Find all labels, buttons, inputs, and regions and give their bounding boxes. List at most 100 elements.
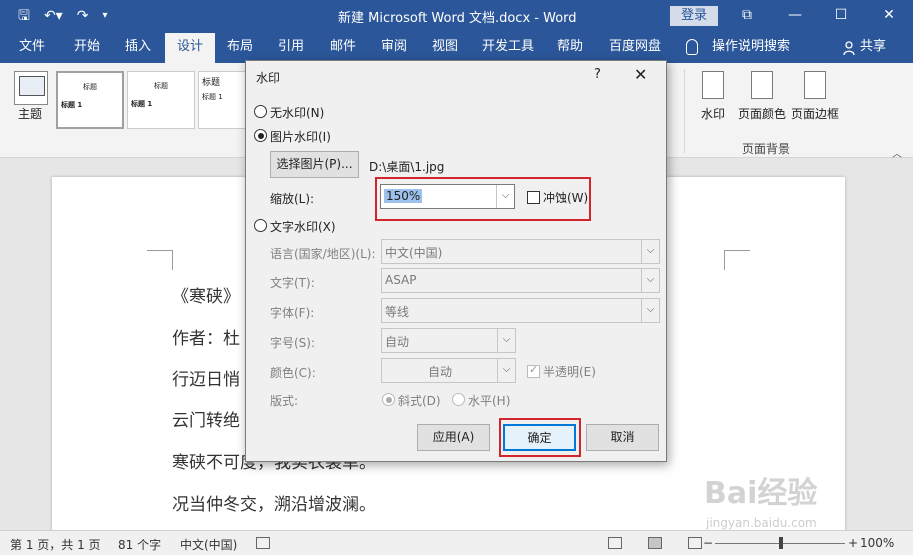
print-layout-icon[interactable]: [648, 537, 662, 549]
ribbon-display-options-icon[interactable]: ⧉: [732, 5, 762, 25]
tab-file[interactable]: 文件: [19, 33, 45, 63]
text-label: 文字(T):: [270, 276, 315, 290]
web-layout-icon[interactable]: [688, 537, 702, 549]
customize-toolbar-icon[interactable]: ▾: [102, 6, 107, 26]
font-select: 等线 ⌵: [381, 298, 660, 323]
tab-layout[interactable]: 布局: [227, 33, 253, 63]
zoom-out-icon[interactable]: −: [703, 536, 713, 550]
no-watermark-label[interactable]: 无水印(N): [270, 104, 324, 121]
horizontal-label: 水平(H): [468, 394, 511, 408]
document-line: 云门转绝: [172, 411, 240, 431]
semitransparent-checkbox: [527, 363, 540, 378]
themes-icon[interactable]: [14, 71, 48, 105]
style-set-thumb[interactable]: 标题 标题 1: [198, 71, 246, 129]
chevron-down-icon: ⌵: [497, 359, 515, 382]
tab-help[interactable]: 帮助: [557, 33, 583, 63]
color-label: 颜色(C):: [270, 366, 316, 380]
diagonal-radio: [382, 393, 395, 406]
picture-watermark-label[interactable]: 图片水印(I): [270, 128, 331, 145]
semitransparent-label: 半透明(E): [543, 365, 596, 379]
style-set-thumb[interactable]: 标题 标题 1: [127, 71, 195, 129]
document-line: 况当仲冬交，溯沿增波澜。: [172, 495, 376, 515]
dialog-close-icon[interactable]: ✕: [634, 65, 647, 84]
text-select: ASAP ⌵: [381, 268, 660, 293]
window-title: 新建 Microsoft Word 文档.docx - Word: [338, 11, 577, 26]
page-borders-button[interactable]: 页面边框: [791, 71, 839, 122]
dialog-help-button[interactable]: ?: [594, 67, 601, 82]
watermark-icon: [702, 71, 724, 99]
ribbon-group-label: 页面背景: [742, 142, 791, 156]
login-button[interactable]: 登录: [670, 6, 718, 26]
watermark-dialog: 水印 ? ✕ 无水印(N) 图片水印(I) 选择图片(P)... D:\桌面\1…: [245, 60, 667, 462]
chevron-down-icon: ⌵: [641, 299, 659, 322]
page-color-button[interactable]: 页面颜色: [738, 71, 786, 122]
tab-home[interactable]: 开始: [74, 33, 100, 63]
size-label: 字号(S):: [270, 336, 316, 350]
layout-label: 版式:: [270, 394, 299, 408]
crop-mark: [724, 250, 750, 270]
highlight-box: [375, 177, 591, 221]
themes-label[interactable]: 主题: [18, 105, 42, 122]
language-select: 中文(中国) ⌵: [381, 239, 660, 264]
picture-path: D:\桌面\1.jpg: [369, 160, 445, 174]
no-watermark-radio[interactable]: [254, 105, 267, 118]
page-count[interactable]: 第 1 页，共 1 页: [10, 536, 101, 553]
status-bar: 第 1 页，共 1 页 81 个字 中文(中国) − + 100%: [0, 530, 913, 555]
minimize-icon[interactable]: —: [780, 5, 810, 25]
close-window-icon[interactable]: ✕: [874, 5, 904, 25]
tab-review[interactable]: 审阅: [381, 33, 407, 63]
crop-mark: [147, 250, 173, 270]
redo-icon[interactable]: ↷: [77, 6, 89, 26]
language-indicator[interactable]: 中文(中国): [180, 536, 237, 553]
picture-watermark-radio[interactable]: [254, 129, 267, 142]
watermark-button[interactable]: 水印: [701, 71, 725, 122]
baidu-watermark-url: jingyan.baidu.com: [706, 516, 817, 530]
diagonal-label: 斜式(D): [398, 394, 441, 408]
zoom-slider-thumb[interactable]: [779, 537, 783, 549]
word-count[interactable]: 81 个字: [118, 536, 161, 553]
size-select: 自动 ⌵: [381, 328, 516, 353]
zoom-level[interactable]: 100%: [860, 536, 894, 550]
tab-references[interactable]: 引用: [278, 33, 304, 63]
chevron-down-icon: ⌵: [641, 269, 659, 292]
baidu-watermark: Bai经验: [704, 476, 818, 511]
apply-button[interactable]: 应用(A): [417, 424, 490, 451]
save-icon[interactable]: 🖫: [18, 6, 30, 26]
scale-label: 缩放(L):: [270, 192, 315, 206]
person-icon: [843, 41, 855, 55]
quick-access-toolbar: 🖫 ↶▾ ↷ ▾: [18, 6, 107, 26]
share-button[interactable]: 共享: [860, 33, 886, 63]
document-line: 行迈日悄: [172, 370, 240, 390]
select-picture-button[interactable]: 选择图片(P)...: [270, 151, 359, 178]
zoom-in-icon[interactable]: +: [848, 536, 858, 550]
ribbon-divider: [684, 69, 685, 153]
lightbulb-icon: [686, 39, 698, 55]
tab-insert[interactable]: 插入: [125, 33, 151, 63]
tab-mailings[interactable]: 邮件: [330, 33, 356, 63]
color-select: 自动 ⌵: [381, 358, 516, 383]
cancel-button[interactable]: 取消: [586, 424, 659, 451]
dialog-title: 水印: [256, 71, 281, 85]
maximize-icon[interactable]: ☐: [826, 5, 856, 25]
font-label: 字体(F):: [270, 306, 315, 320]
horizontal-radio: [452, 393, 465, 406]
tab-view[interactable]: 视图: [432, 33, 458, 63]
tab-design[interactable]: 设计: [165, 33, 216, 63]
chevron-down-icon: ⌵: [641, 240, 659, 263]
title-bar: 🖫 ↶▾ ↷ ▾ 新建 Microsoft Word 文档.docx - Wor…: [0, 0, 913, 33]
tab-developer[interactable]: 开发工具: [482, 33, 534, 63]
highlight-box: [499, 418, 581, 457]
document-line: 《寒硖》: [172, 287, 240, 307]
chevron-down-icon: ⌵: [497, 329, 515, 352]
read-mode-icon[interactable]: [608, 537, 622, 549]
text-watermark-label[interactable]: 文字水印(X): [270, 218, 336, 235]
tell-me-search[interactable]: 操作说明搜索: [712, 33, 790, 63]
text-watermark-radio[interactable]: [254, 219, 267, 232]
tab-baidu-netdisk[interactable]: 百度网盘: [609, 33, 661, 63]
undo-icon[interactable]: ↶▾: [44, 6, 63, 26]
document-line: 作者：杜: [172, 329, 240, 349]
macro-record-icon[interactable]: [256, 537, 270, 549]
language-label: 语言(国家/地区)(L):: [270, 247, 376, 261]
ribbon-tabs: 文件 开始 插入 设计 布局 引用 邮件 审阅 视图 开发工具 帮助 百度网盘 …: [0, 33, 913, 63]
style-set-thumb[interactable]: 标题 标题 1: [56, 71, 124, 129]
